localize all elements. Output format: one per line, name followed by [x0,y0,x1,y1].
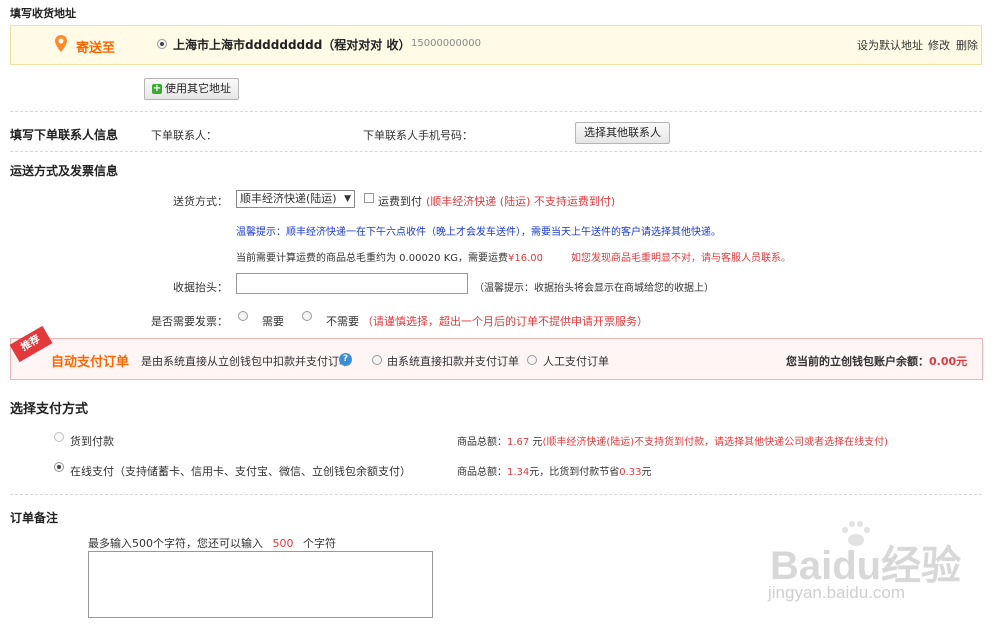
choose-contact-button[interactable]: 选择其他联系人 [575,122,670,144]
contact-name-label: 下单联系人： [151,129,217,142]
use-other-address-button[interactable]: + 使用其它地址 [144,78,239,100]
remark-remaining-count: 500 [272,537,294,550]
remark-section-title: 订单备注 [10,511,59,525]
invoice-label: 是否需要发票： [151,315,228,328]
address-text: 上海市上海市ddddddddd（程对对对 收） [173,38,411,52]
freight-collect-checkbox[interactable] [364,193,374,203]
invoice-no-radio[interactable] [302,311,312,321]
address-panel [10,25,982,65]
weight-warning: 如您发现商品毛重明显不对，请与客服人员联系。 [571,253,791,264]
plus-icon: + [152,83,162,94]
online-total: 商品总额：1.34元，比货到付款节省0.33元 [457,467,652,478]
autopay-manual-label: 人工支付订单 [543,355,609,368]
delivery-method-label: 送货方式： [173,195,228,208]
autopay-title: 自动支付订单 [51,355,130,370]
paw-icon [842,521,870,546]
address-section-title: 填写收货地址 [10,7,76,20]
cod-total: 商品总额：1.67 元(顺丰经济快递(陆运)不支持货到付款，请选择其他快递公司或… [457,437,889,448]
receipt-label: 收据抬头： [173,281,228,294]
cod-label: 货到付款 [70,435,114,448]
location-pin-icon [55,35,67,52]
autopay-question: 是由系统直接从立创钱包中扣款并支付订单 [141,355,350,368]
receipt-input[interactable] [236,273,468,294]
edit-address-link[interactable]: 修改 [928,37,950,53]
delivery-method-select[interactable]: 顺丰经济快递(陆运) ▼ [236,190,355,208]
divider [10,151,982,152]
freight-collect-note: (顺丰经济快递 (陆运) 不支持运费到付) [426,195,616,208]
autopay-auto-radio[interactable] [372,355,382,365]
wallet-balance: 您当前的立创钱包账户余额：0.00元 [786,355,968,368]
dropdown-arrow-icon: ▼ [344,194,351,204]
set-default-link[interactable]: 设为默认地址 [857,37,923,53]
invoice-no-label: 不需要 [326,315,359,328]
autopay-manual-radio[interactable] [527,355,537,365]
freight-amount: ¥16.00 [508,253,544,264]
payment-section-title: 选择支付方式 [10,402,89,417]
address-phone: 15000000000 [411,38,481,49]
invoice-yes-radio[interactable] [238,311,248,321]
send-to-label: 寄送至 [76,41,116,56]
help-icon[interactable]: ? [339,353,352,366]
invoice-yes-label: 需要 [262,315,284,328]
delivery-tip: 温馨提示：顺丰经济快递一在下午六点收件（晚上才会发车送件），需要当天上午送件的客… [236,227,721,238]
weight-text: 当前需要计算运费的商品总毛重约为 0.00020 KG，需要运费¥16.00 [236,253,544,264]
watermark-url: jingyan.baidu.com [768,583,906,602]
cod-radio[interactable] [54,432,64,442]
address-radio[interactable] [157,39,167,49]
contact-phone-label: 下单联系人手机号码： [363,129,473,142]
contact-section-title: 填写下单联系人信息 [10,128,119,142]
online-pay-label: 在线支付（支持储蓄卡、信用卡、支付宝、微信、立创钱包余额支付） [70,465,411,478]
delete-address-link[interactable]: 删除 [956,37,978,53]
divider [10,494,982,495]
online-pay-radio[interactable] [54,462,64,472]
remark-hint: 最多输入500个字符，您还可以输入 500 个字符 [88,537,336,550]
delivery-section-title: 运送方式及发票信息 [10,164,119,178]
invoice-note: （请谨慎选择，超出一个月后的订单不提供申请开票服务） [362,315,648,328]
divider [10,111,982,112]
autopay-auto-label: 由系统直接扣款并支付订单 [387,355,519,368]
receipt-tip: （温馨提示：收据抬头将会显示在商城给您的收据上） [474,283,714,294]
freight-collect-label: 运费到付 [378,195,422,208]
remark-textarea[interactable] [88,551,433,618]
